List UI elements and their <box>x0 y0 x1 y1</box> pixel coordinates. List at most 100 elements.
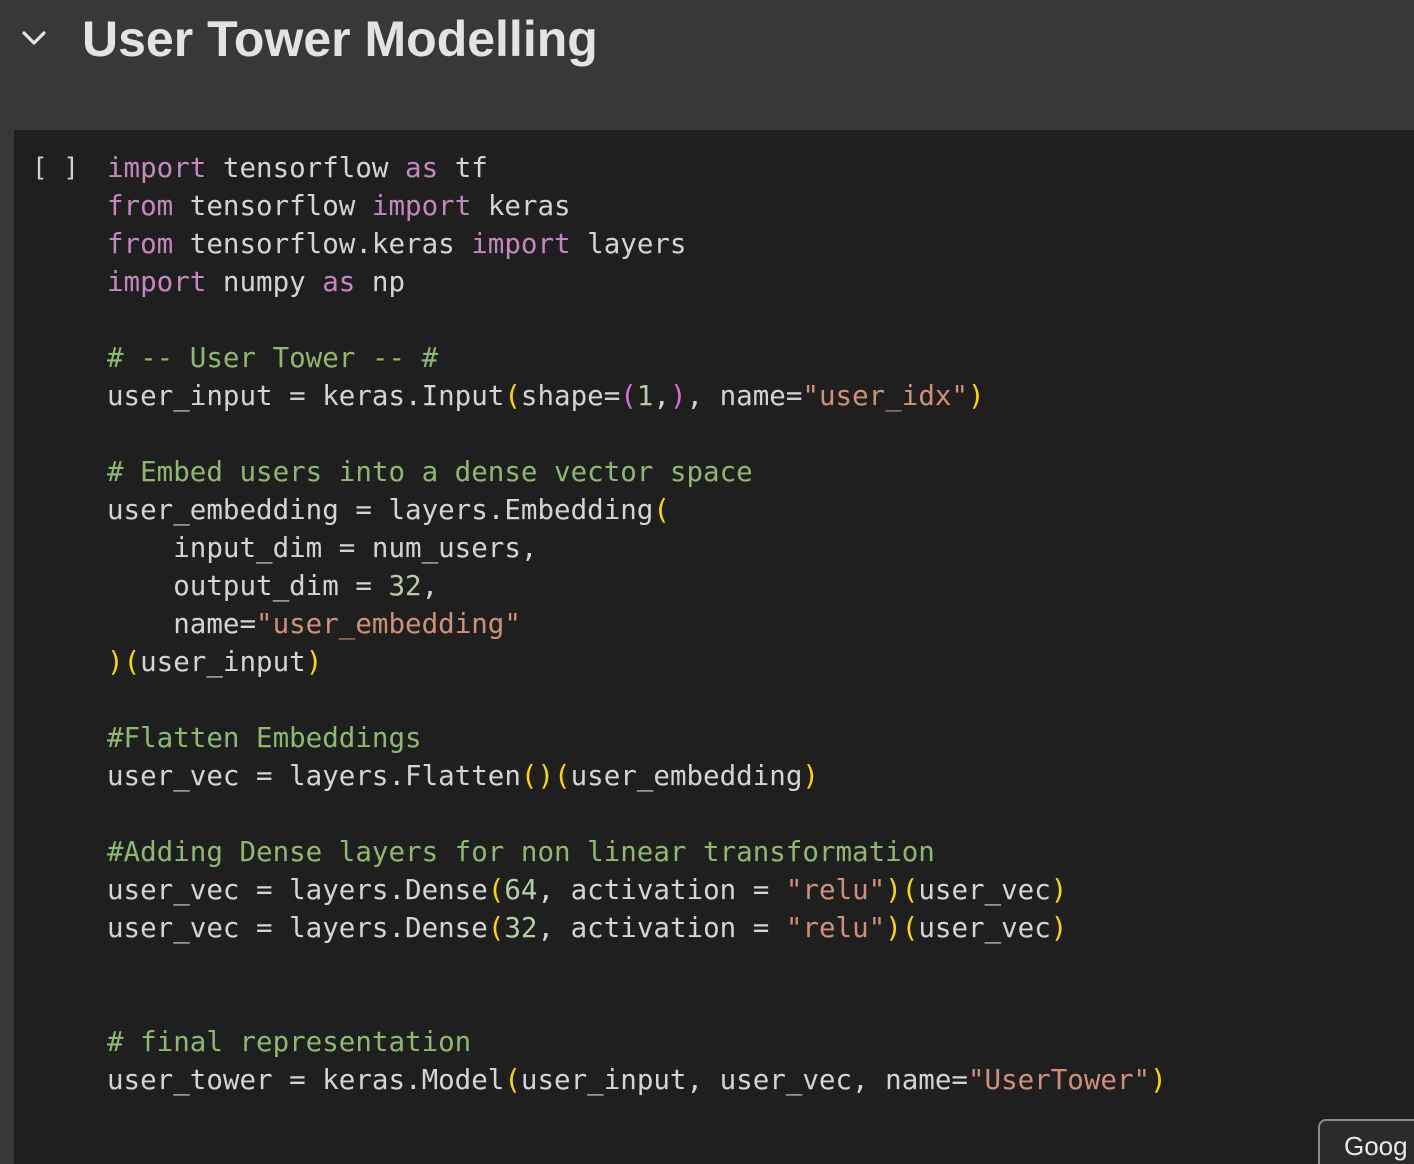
chevron-down-icon[interactable] <box>20 24 48 52</box>
code-token: np <box>355 266 406 298</box>
code-token: 1 <box>636 380 654 412</box>
code-token: import <box>371 190 472 222</box>
code-token: import <box>107 266 207 298</box>
code-token: from <box>107 228 174 260</box>
code-line: import numpy as np <box>107 263 1167 301</box>
code-token: ) <box>1050 874 1068 906</box>
code-line: name="user_embedding" <box>107 605 1167 643</box>
code-line: user_input = keras.Input(shape=(1,), nam… <box>107 377 1167 415</box>
code-token: ( <box>123 646 141 678</box>
code-line: import tensorflow as tf <box>107 149 1167 187</box>
code-token: ( <box>504 380 521 412</box>
code-token: user_input = keras.Input <box>107 380 505 412</box>
code-token: "user_idx" <box>802 380 968 412</box>
code-token: ( <box>487 912 505 944</box>
cell-run-button[interactable]: [ ] <box>32 149 79 187</box>
code-token: user_input <box>140 646 306 678</box>
code-line: #Adding Dense layers for non linear tran… <box>107 833 1167 871</box>
tooltip-chip: Goog <box>1318 1119 1414 1164</box>
code-token: user_vec <box>918 874 1051 906</box>
code-token: () <box>520 760 555 792</box>
code-token: user_input, user_vec, name= <box>520 1064 968 1096</box>
code-token: ) <box>1050 912 1068 944</box>
code-token: ) <box>107 646 124 678</box>
code-token: user_embedding <box>570 760 803 792</box>
code-token: "UserTower" <box>967 1064 1151 1096</box>
code-token: input_dim = num_users, <box>107 532 538 564</box>
code-token: ( <box>653 494 670 526</box>
code-token: as <box>322 266 356 298</box>
code-token: 32 <box>504 912 538 944</box>
code-token: ) <box>802 760 819 792</box>
code-token: user_embedding = layers.Embedding <box>107 494 654 526</box>
code-token: ( <box>554 760 571 792</box>
section-header: User Tower Modelling <box>0 0 1414 130</box>
code-token: tensorflow <box>206 152 406 184</box>
code-token: ) <box>1150 1064 1167 1096</box>
code-token: user_tower = keras.Model <box>107 1064 505 1096</box>
code-line: # final representation <box>107 1023 1167 1061</box>
code-token: #Adding Dense layers for non linear tran… <box>107 836 935 868</box>
code-token: ( <box>620 380 637 412</box>
code-token: keras <box>471 190 571 222</box>
code-token: , <box>653 380 670 412</box>
code-token: layers <box>570 228 687 260</box>
code-line: user_vec = layers.Dense(64, activation =… <box>107 871 1167 909</box>
code-editor[interactable]: import tensorflow as tf from tensorflow i… <box>107 149 1167 1099</box>
code-line: #Flatten Embeddings <box>107 719 1167 757</box>
code-line: user_embedding = layers.Embedding( <box>107 491 1167 529</box>
code-token: 64 <box>504 874 538 906</box>
code-line: from tensorflow.keras import layers <box>107 225 1167 263</box>
code-token: "relu" <box>785 874 886 906</box>
code-line: user_vec = layers.Dense(32, activation =… <box>107 909 1167 947</box>
code-token: #Flatten Embeddings <box>107 722 422 754</box>
code-token: ) <box>669 380 687 412</box>
section-title: User Tower Modelling <box>82 11 598 67</box>
code-line: user_tower = keras.Model(user_input, use… <box>107 1061 1167 1099</box>
code-token: ( <box>901 912 919 944</box>
code-token: ( <box>504 1064 521 1096</box>
code-token: "relu" <box>785 912 886 944</box>
code-token: import <box>471 228 571 260</box>
code-line: output_dim = 32, <box>107 567 1167 605</box>
code-token: user_vec = layers.Flatten <box>107 760 521 792</box>
code-token: user_vec = layers.Dense <box>107 912 488 944</box>
code-token: name= <box>107 608 257 640</box>
code-token: tensorflow <box>173 190 372 222</box>
code-token: , activation = <box>537 912 786 944</box>
code-token: numpy <box>206 266 323 298</box>
code-token: 32 <box>388 570 422 602</box>
code-token: output_dim = <box>107 570 389 602</box>
code-token: # -- User Tower -- # <box>107 342 439 374</box>
code-token: tensorflow.keras <box>173 228 472 260</box>
code-token: ) <box>885 912 902 944</box>
code-token: # final representation <box>107 1026 472 1058</box>
code-token: "user_embedding" <box>256 608 521 640</box>
code-token: ( <box>487 874 505 906</box>
code-line: )(user_input) <box>107 643 1167 681</box>
code-token: tf <box>438 152 488 184</box>
code-token: ) <box>305 646 323 678</box>
code-token: import <box>107 152 207 184</box>
code-token: , activation = <box>537 874 786 906</box>
code-line: # Embed users into a dense vector space <box>107 453 1167 491</box>
code-line: # -- User Tower -- # <box>107 339 1167 377</box>
code-line: user_vec = layers.Flatten()(user_embeddi… <box>107 757 1167 795</box>
code-token: user_vec = layers.Dense <box>107 874 488 906</box>
code-token: , name= <box>686 380 803 412</box>
code-token: ) <box>885 874 902 906</box>
code-line: input_dim = num_users, <box>107 529 1167 567</box>
code-line: from tensorflow import keras <box>107 187 1167 225</box>
code-token: # Embed users into a dense vector space <box>107 456 753 488</box>
code-token: , <box>421 570 439 602</box>
code-token: ( <box>901 874 919 906</box>
code-token: user_vec <box>918 912 1051 944</box>
code-token: ) <box>968 380 985 412</box>
code-token: shape= <box>520 380 621 412</box>
code-token: as <box>405 152 439 184</box>
